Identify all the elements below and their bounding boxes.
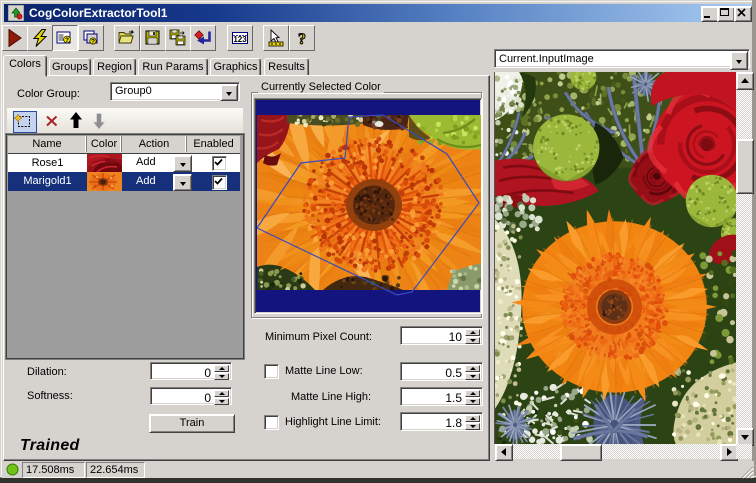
svg-text:?: ?: [91, 39, 95, 46]
svg-text:?: ?: [298, 31, 306, 47]
svg-text:?: ?: [65, 37, 69, 44]
svg-text:123: 123: [233, 35, 247, 44]
